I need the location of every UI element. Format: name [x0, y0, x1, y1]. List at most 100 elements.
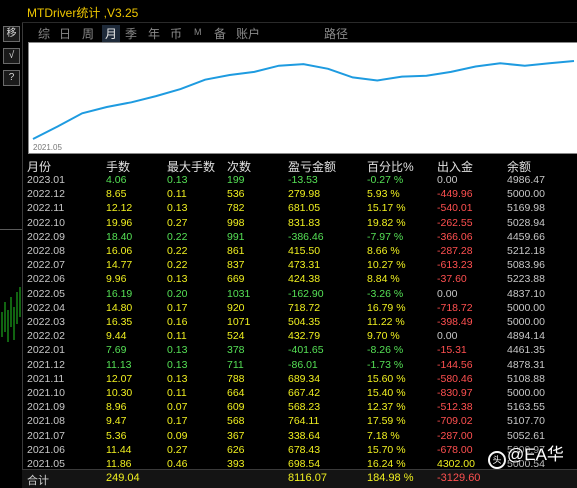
header-max-lots: 最大手数	[167, 160, 216, 174]
row-month: 2022.09	[27, 230, 65, 243]
row-lots: 9.47	[106, 415, 127, 428]
row-max-lots: 0.09	[167, 429, 188, 442]
row-lots: 12.12	[106, 202, 133, 215]
period-tabs: 综 日 周 月 季 年 币 M 备 账户 路径	[32, 24, 577, 42]
row-percent: 9.70 %	[367, 330, 400, 343]
row-month: 2022.12	[27, 188, 65, 201]
header-lots: 手数	[106, 160, 131, 174]
row-profit: 473.31	[288, 259, 321, 272]
row-count: 1071	[227, 316, 251, 328]
table-row: 2022.02 9.44 0.11 524 432.79 9.70 % 0.00 4894.1…	[22, 330, 577, 345]
tab-account[interactable]: 账户	[236, 25, 260, 42]
row-percent: 8.66 %	[367, 245, 400, 257]
row-month: 2021.12	[27, 358, 65, 371]
row-count: 568	[227, 415, 245, 428]
tab-month[interactable]: 月	[102, 25, 121, 42]
row-cash-flow: -709.02	[437, 415, 473, 428]
tab-year[interactable]: 年	[148, 25, 160, 42]
row-cash-flow: -512.38	[437, 401, 473, 414]
row-lots: 7.69	[106, 344, 127, 357]
background-candles	[1, 287, 21, 342]
header-count: 次数	[227, 160, 252, 174]
row-max-lots: 0.27	[167, 443, 188, 456]
row-cash-flow: -718.72	[437, 301, 473, 314]
row-max-lots: 0.27	[167, 216, 188, 229]
row-cash-flow: -15.31	[437, 344, 467, 357]
row-max-lots: 0.20	[167, 287, 188, 300]
row-profit: -86.01	[288, 358, 318, 371]
table-row: 2021.09 8.96 0.07 609 568.23 12.37 % -512.38 51…	[22, 401, 577, 416]
row-percent: 17.59 %	[367, 415, 406, 428]
header-cash-flow: 出入金	[437, 160, 474, 174]
row-count: 664	[227, 387, 245, 399]
row-count: 199	[227, 174, 245, 186]
row-profit: 424.38	[288, 273, 321, 286]
row-month: 2022.07	[27, 259, 65, 272]
row-lots: 19.96	[106, 216, 133, 229]
row-profit: -13.53	[288, 174, 318, 186]
tab-day[interactable]: 日	[59, 25, 71, 42]
row-percent: 15.17 %	[367, 202, 406, 215]
row-cash-flow: -613.23	[437, 259, 473, 272]
row-balance: 5083.96	[507, 259, 545, 272]
row-balance: 5107.70	[507, 415, 545, 428]
equity-curve-line	[32, 60, 575, 140]
row-lots: 16.19	[106, 287, 133, 300]
chart-start-date: 2021.05	[33, 143, 62, 152]
row-balance: 4837.10	[507, 287, 545, 300]
table-row: 2023.01 4.06 0.13 199 -13.53 -0.27 % 0.00 4986.…	[22, 174, 577, 189]
help-tool-button[interactable]: ?	[3, 70, 20, 86]
tab-overview[interactable]: 综	[38, 25, 50, 42]
table-row: 2022.03 16.35 0.16 1071 504.35 11.22 % -398.49…	[22, 316, 577, 331]
tab-path[interactable]: 路径	[324, 25, 348, 42]
row-balance: 5000.00	[507, 387, 545, 399]
row-balance: 4986.47	[507, 174, 545, 186]
row-max-lots: 0.17	[167, 415, 188, 428]
row-max-lots: 0.11	[167, 387, 187, 399]
tab-week[interactable]: 周	[82, 25, 94, 42]
row-profit: 718.72	[288, 301, 321, 314]
table-row: 2021.12 11.13 0.13 711 -86.01 -1.73 % -144.56 4…	[22, 359, 577, 374]
row-balance: 5169.98	[507, 202, 545, 215]
row-cash-flow: -540.01	[437, 202, 473, 215]
table-row: 2021.08 9.47 0.17 568 764.11 17.59 % -709.02 51…	[22, 415, 577, 430]
row-max-lots: 0.22	[167, 245, 188, 257]
row-percent: 15.60 %	[367, 372, 406, 385]
row-month: 2022.03	[27, 316, 65, 328]
table-row: 2022.11 12.12 0.13 782 681.05 15.17 % -540.01 5…	[22, 202, 577, 217]
row-month: 2021.06	[27, 443, 65, 456]
row-count: 524	[227, 330, 245, 343]
row-count: 367	[227, 429, 245, 442]
row-count: 711	[227, 358, 244, 371]
total-lots: 249.04	[106, 472, 140, 484]
left-toolbar: 移 √ ?	[0, 0, 23, 487]
row-percent: -8.26 %	[367, 344, 404, 357]
row-profit: 415.50	[288, 245, 321, 257]
move-tool-button[interactable]: 移	[3, 26, 20, 42]
row-percent: -3.26 %	[367, 287, 404, 300]
row-cash-flow: -449.96	[437, 188, 473, 201]
row-balance: 5000.00	[507, 301, 545, 314]
tab-notes[interactable]: 备	[214, 25, 226, 42]
table-row: 2021.11 12.07 0.13 788 689.34 15.60 % -580.46 5…	[22, 373, 577, 388]
row-balance: 5223.88	[507, 273, 545, 286]
tab-m[interactable]: M	[194, 27, 202, 37]
row-cash-flow: -678.00	[437, 443, 473, 456]
row-count: 669	[227, 273, 245, 286]
row-profit: 678.43	[288, 443, 321, 456]
row-profit: 681.05	[288, 202, 321, 215]
row-max-lots: 0.22	[167, 230, 188, 243]
total-profit: 8116.07	[288, 472, 327, 484]
row-profit: 338.64	[288, 429, 321, 442]
row-balance: 5000.00	[507, 188, 545, 201]
row-cash-flow: -366.06	[437, 230, 473, 243]
tab-quarter[interactable]: 季	[125, 25, 137, 42]
row-count: 837	[227, 259, 245, 272]
row-max-lots: 0.13	[167, 372, 188, 385]
row-lots: 16.35	[106, 316, 133, 328]
watermark: 头 @EA华	[488, 440, 577, 470]
check-tool-button[interactable]: √	[3, 48, 20, 64]
tab-currency[interactable]: 币	[170, 25, 182, 42]
row-balance: 4894.14	[507, 330, 545, 343]
row-percent: 16.79 %	[367, 301, 406, 314]
